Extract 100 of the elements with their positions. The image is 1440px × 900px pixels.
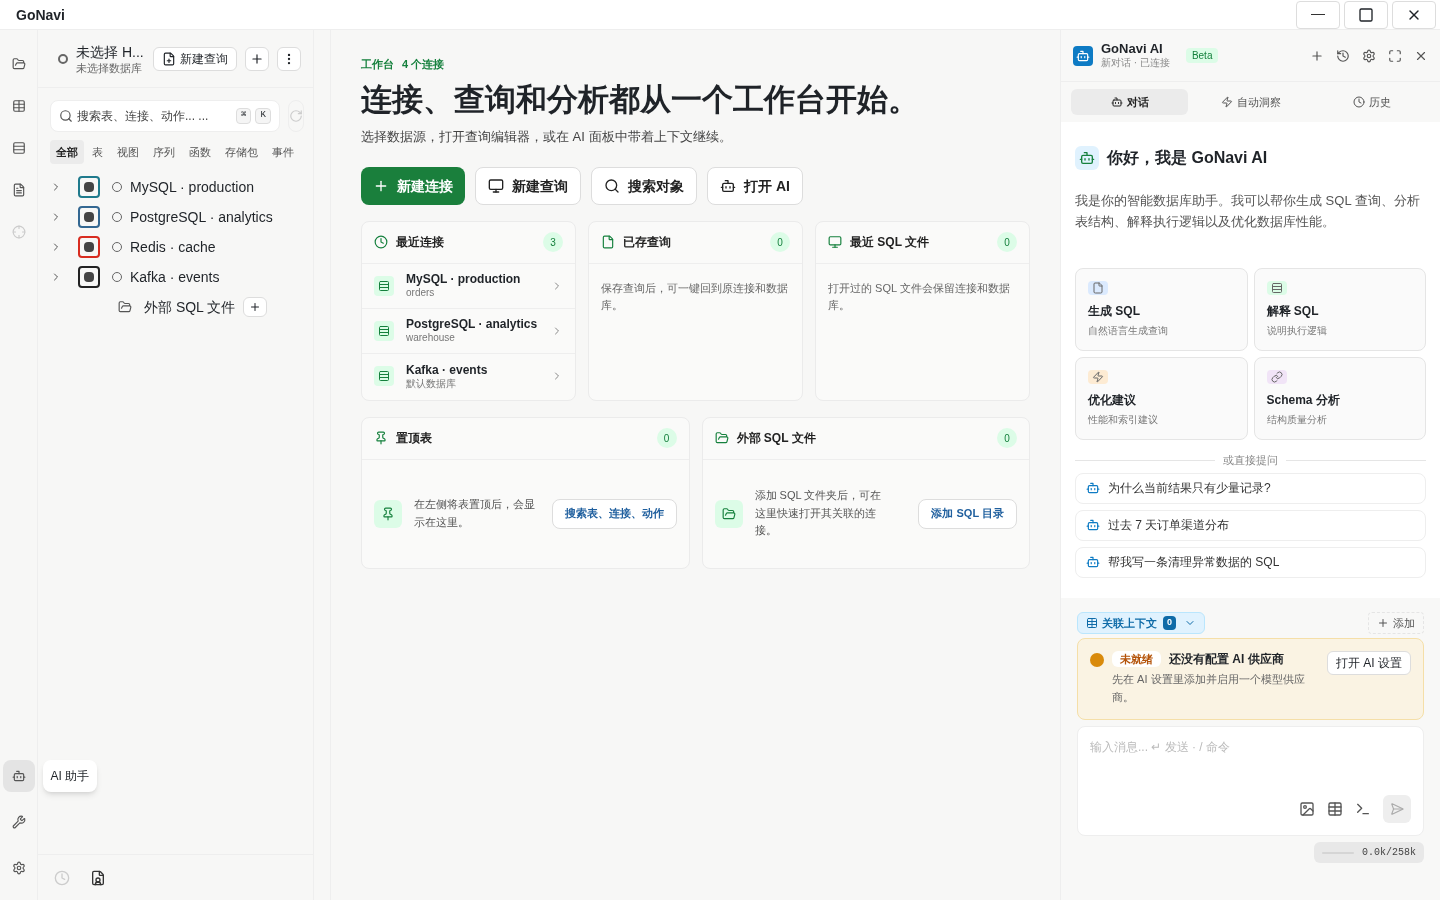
panel-tab[interactable]: 自动洞察 bbox=[1192, 89, 1309, 115]
pin-icon bbox=[374, 431, 388, 445]
tree-label: Kafka · events bbox=[130, 268, 220, 287]
search-icon bbox=[604, 177, 620, 194]
filter-tab[interactable]: 视图 bbox=[111, 140, 145, 164]
page-subheading: 选择数据源，打开查询编辑器，或在 AI 面板中带着上下文继续。 bbox=[361, 128, 733, 146]
search-field[interactable]: 搜索表、连接、动作... ... bbox=[77, 108, 232, 124]
action-button[interactable]: 新建连接 bbox=[361, 166, 465, 205]
filter-tab[interactable]: 存储包 bbox=[219, 140, 264, 164]
connection-subtitle: 未选择数据库 bbox=[76, 61, 143, 76]
tree-item[interactable]: MySQL · production bbox=[38, 172, 313, 202]
item-title: Kafka · events bbox=[406, 361, 488, 378]
card-title: 外部 SQL 文件 bbox=[736, 430, 816, 446]
action-button[interactable]: 搜索对象 bbox=[591, 166, 697, 205]
wrench-icon bbox=[11, 815, 26, 829]
skill-card[interactable]: 生成 SQL 自然语言生成查询 bbox=[1075, 268, 1248, 352]
history-icon[interactable] bbox=[1336, 48, 1350, 63]
panel-tab[interactable]: 对话 bbox=[1071, 89, 1188, 115]
page-heading: 连接、查询和分析都从一个工作台开始。 bbox=[361, 80, 920, 119]
tree-item[interactable]: Redis · cache bbox=[38, 232, 313, 262]
tree-item[interactable]: Kafka · events bbox=[38, 262, 313, 292]
context-count: 0 bbox=[1163, 616, 1176, 630]
warning-icon bbox=[1090, 652, 1104, 667]
suggested-prompt[interactable]: 过去 7 天订单渠道分布 bbox=[1075, 509, 1426, 541]
intro-text: 我是你的智能数据库助手。我可以帮你生成 SQL 查询、分析表结构、解释执行逻辑以及优化数据库性能。 bbox=[1075, 192, 1421, 232]
card-action-button[interactable]: 添加 SQL 目录 bbox=[918, 498, 1017, 529]
divider-label: 或直接提问 bbox=[1223, 453, 1278, 469]
robot-icon bbox=[720, 177, 736, 194]
search-bar[interactable]: 搜索表、连接、动作... ... ⌘ K bbox=[50, 100, 280, 132]
message-field[interactable]: 输入消息... ↵ 发送 · / 命令 bbox=[1090, 739, 1411, 795]
list-icon bbox=[374, 366, 394, 386]
filter-tab[interactable]: 序列 bbox=[147, 140, 181, 164]
plus-icon bbox=[1377, 616, 1389, 629]
eyebrow-label: 工作台 bbox=[361, 57, 394, 72]
document-user-icon[interactable] bbox=[90, 869, 106, 886]
folder-icon bbox=[714, 431, 729, 445]
tree-item[interactable]: PostgreSQL · analytics bbox=[38, 202, 313, 232]
add-button[interactable] bbox=[243, 297, 268, 317]
card-action-button[interactable]: 搜索表、连接、动作 bbox=[551, 498, 677, 529]
conversation-status: 新对话 · 已连接 bbox=[1101, 57, 1170, 70]
count-badge: 0 bbox=[997, 232, 1017, 252]
app-logo-icon bbox=[1073, 45, 1093, 66]
recent-connection-item[interactable]: MySQL · production orders bbox=[362, 263, 575, 309]
recent-connection-item[interactable]: PostgreSQL · analytics warehouse bbox=[362, 308, 575, 354]
table-icon bbox=[11, 99, 26, 113]
skill-card[interactable]: 解释 SQL 说明执行逻辑 bbox=[1253, 268, 1426, 352]
list-icon bbox=[374, 275, 394, 296]
settings-icon[interactable] bbox=[1362, 48, 1376, 63]
new-query-button[interactable]: 新建查询 bbox=[153, 46, 237, 71]
document-icon bbox=[11, 183, 26, 197]
settings-icon bbox=[11, 861, 26, 875]
suggested-prompt[interactable]: 为什么当前结果只有少量记录? bbox=[1075, 472, 1426, 504]
empty-message: 添加 SQL 文件夹后，可在这里快速打开其关联的连接。 bbox=[754, 487, 883, 539]
plus-icon bbox=[250, 51, 264, 66]
rail-button[interactable] bbox=[2, 760, 35, 792]
robot-icon bbox=[1075, 146, 1099, 170]
maximize-icon bbox=[1358, 6, 1374, 23]
list-icon bbox=[11, 141, 26, 155]
count-badge: 3 bbox=[543, 232, 563, 252]
maximize-button[interactable] bbox=[1344, 0, 1388, 29]
warning-body: 先在 AI 设置里添加并启用一个模型供应商。 bbox=[1112, 672, 1306, 706]
robot-icon bbox=[1086, 481, 1100, 496]
skill-card[interactable]: 优化建议 性能和索引建议 bbox=[1075, 357, 1248, 441]
folder-icon bbox=[118, 300, 132, 314]
panel-tab[interactable]: 历史 bbox=[1313, 89, 1430, 115]
add-context-button[interactable]: 添加 bbox=[1368, 611, 1424, 634]
table-icon[interactable] bbox=[1327, 801, 1343, 817]
item-subtitle: orders bbox=[406, 287, 436, 300]
minimize-icon bbox=[1311, 13, 1325, 16]
tree-label: MySQL · production bbox=[130, 178, 254, 197]
terminal-icon[interactable] bbox=[1355, 801, 1371, 817]
card-title: 最近 SQL 文件 bbox=[850, 234, 930, 250]
recent-connection-item[interactable]: Kafka · events 默认数据库 bbox=[362, 353, 575, 399]
action-button[interactable]: 新建查询 bbox=[475, 166, 581, 205]
item-subtitle: warehouse bbox=[406, 332, 456, 345]
open-settings-button[interactable]: 打开 AI 设置 bbox=[1327, 650, 1411, 675]
empty-message: 保存查询后，可一键回到原连接和数据库。 bbox=[600, 280, 789, 314]
close-button[interactable] bbox=[1392, 0, 1436, 29]
filter-tab[interactable]: 事件 bbox=[266, 140, 300, 164]
context-button[interactable]: 关联上下文 0 bbox=[1077, 611, 1205, 634]
image-icon[interactable] bbox=[1299, 801, 1315, 817]
skill-card[interactable]: Schema 分析 结构质量分析 bbox=[1253, 357, 1426, 441]
message-composer[interactable]: 输入消息... ↵ 发送 · / 命令 bbox=[1077, 726, 1424, 836]
count-badge: 0 bbox=[656, 428, 677, 448]
count-badge: 0 bbox=[770, 232, 790, 252]
document-icon bbox=[162, 51, 176, 66]
add-button[interactable] bbox=[245, 46, 269, 71]
expand-icon[interactable] bbox=[1388, 48, 1402, 63]
card-title: 置顶表 bbox=[396, 430, 432, 446]
table-icon bbox=[1086, 616, 1098, 629]
filter-tab[interactable]: 表 bbox=[86, 140, 109, 164]
clock-icon bbox=[374, 235, 388, 249]
item-title: PostgreSQL · analytics bbox=[406, 316, 538, 333]
filter-tab[interactable]: 全部 bbox=[50, 140, 84, 164]
filter-tab[interactable]: 函数 bbox=[183, 140, 217, 164]
suggested-prompt[interactable]: 帮我写一条清理异常数据的 SQL bbox=[1075, 546, 1426, 578]
document-icon bbox=[601, 235, 615, 249]
plus-icon[interactable] bbox=[1310, 48, 1324, 63]
action-button[interactable]: 打开 AI bbox=[707, 166, 803, 205]
clock-icon bbox=[1352, 96, 1365, 108]
